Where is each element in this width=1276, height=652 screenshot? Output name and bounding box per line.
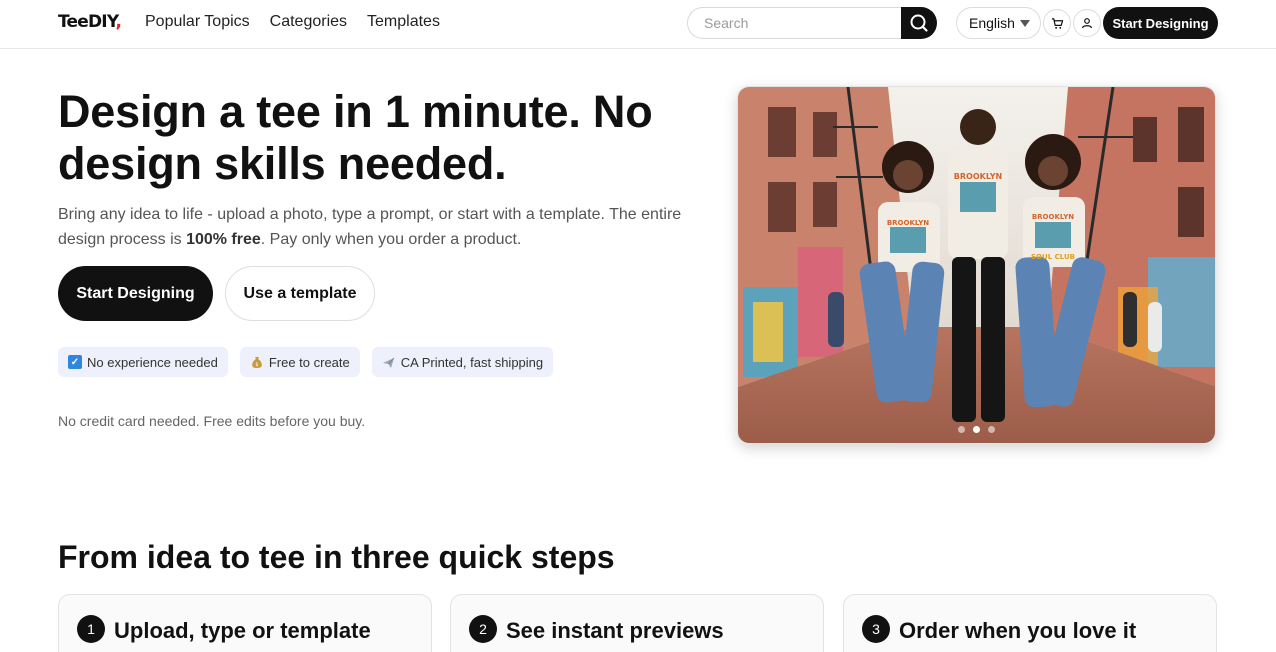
- svg-text:SOUL CLUB: SOUL CLUB: [1031, 253, 1075, 261]
- carousel-dots: [738, 426, 1215, 433]
- account-button[interactable]: [1073, 9, 1101, 37]
- language-label: English: [969, 15, 1015, 31]
- step-card-2: 2 See instant previews: [450, 594, 824, 652]
- nav-categories[interactable]: Categories: [270, 13, 347, 31]
- cart-icon: [1051, 17, 1063, 29]
- hero-title: Design a tee in 1 minute. No design skil…: [58, 86, 653, 189]
- search-bar: [687, 7, 937, 39]
- step-number: 1: [77, 615, 105, 643]
- feature-pills: ✓ No experience needed $ Free to create …: [58, 347, 554, 377]
- language-select[interactable]: English: [956, 7, 1041, 39]
- svg-text:BROOKLYN: BROOKLYN: [954, 172, 1002, 181]
- start-designing-button[interactable]: Start Designing: [58, 266, 213, 321]
- step-number: 3: [862, 615, 890, 643]
- step-title: Order when you love it: [899, 618, 1137, 643]
- user-icon: [1081, 18, 1093, 29]
- checkbox-icon: ✓: [68, 355, 82, 369]
- money-bag-icon: $: [250, 355, 264, 369]
- header-start-designing-button[interactable]: Start Designing: [1103, 7, 1218, 39]
- step-card-1: 1 Upload, type or template: [58, 594, 432, 652]
- svg-text:BROOKLYN: BROOKLYN: [1032, 213, 1074, 221]
- free-highlight: 100% free: [186, 231, 261, 248]
- use-template-button[interactable]: Use a template: [225, 266, 375, 321]
- svg-text:$: $: [255, 362, 258, 368]
- airplane-icon: [382, 355, 396, 369]
- step-number: 2: [469, 615, 497, 643]
- pill-ca-printed: CA Printed, fast shipping: [371, 347, 554, 377]
- logo[interactable]: TeeDIY,: [58, 12, 122, 32]
- search-button[interactable]: [901, 7, 937, 39]
- site-header: TeeDIY, Popular Topics Categories Templa…: [0, 0, 1276, 49]
- search-icon: [910, 14, 928, 32]
- step-title: Upload, type or template: [114, 618, 371, 643]
- main-nav: Popular Topics Categories Templates: [145, 13, 440, 31]
- carousel-dot[interactable]: [973, 426, 980, 433]
- cart-button[interactable]: [1043, 9, 1071, 37]
- no-credit-card-note: No credit card needed. Free edits before…: [58, 413, 366, 429]
- hero-carousel-image[interactable]: BROOKLYN BROOKLYN BROOKLYN SOUL CLUB: [737, 86, 1216, 444]
- carousel-dot[interactable]: [988, 426, 995, 433]
- hero-subtitle: Bring any idea to life - upload a photo,…: [58, 206, 682, 248]
- search-input[interactable]: [687, 7, 917, 39]
- svg-text:BROOKLYN: BROOKLYN: [887, 219, 929, 227]
- nav-popular-topics[interactable]: Popular Topics: [145, 13, 250, 31]
- nav-templates[interactable]: Templates: [367, 13, 440, 31]
- step-title: See instant previews: [506, 618, 724, 643]
- hero-photo: BROOKLYN BROOKLYN BROOKLYN SOUL CLUB: [738, 87, 1215, 443]
- chevron-down-icon: [1020, 20, 1030, 27]
- pill-free-to-create: $ Free to create: [239, 347, 360, 377]
- carousel-dot[interactable]: [958, 426, 965, 433]
- step-card-3: 3 Order when you love it: [843, 594, 1217, 652]
- steps-title: From idea to tee in three quick steps: [58, 539, 615, 575]
- pill-no-experience: ✓ No experience needed: [58, 347, 228, 377]
